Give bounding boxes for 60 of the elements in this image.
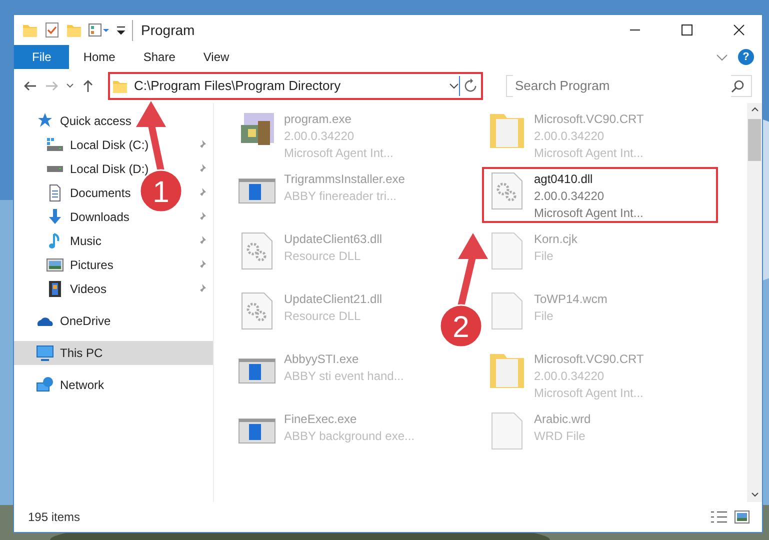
file-detail: File — [534, 308, 554, 325]
large-icons-view-icon[interactable] — [734, 510, 750, 524]
nav-item[interactable]: This PC — [60, 344, 103, 362]
ribbon-tab[interactable]: File — [14, 45, 70, 69]
ribbon-tab[interactable]: Home — [69, 45, 130, 69]
nav-item[interactable]: Local Disk (D:) — [70, 160, 149, 178]
callout-number: 1 — [152, 176, 170, 209]
nav-item[interactable]: Videos — [70, 280, 106, 298]
item-count: 195 items — [28, 509, 80, 526]
star-icon — [36, 112, 54, 130]
details-view-icon[interactable] — [710, 510, 728, 524]
file-detail: 2.00.0.34220 — [534, 128, 606, 145]
nav-item[interactable]: Local Disk (C:) — [70, 136, 149, 154]
nav-item[interactable]: OneDrive — [60, 312, 111, 330]
checklist-icon[interactable] — [44, 22, 60, 38]
properties-icon[interactable] — [88, 22, 110, 38]
picture-icon — [46, 256, 64, 274]
folder-icon — [488, 111, 526, 151]
search-icon — [731, 79, 745, 93]
folder-icon — [488, 351, 526, 391]
window-title: Program — [132, 20, 195, 40]
network-icon — [36, 376, 54, 394]
callout-number: 2 — [452, 311, 470, 344]
file-detail: WRD File — [534, 428, 586, 445]
file-detail: File — [534, 248, 554, 265]
film-icon — [46, 280, 64, 298]
maximize-icon — [681, 24, 693, 36]
nav-item[interactable]: Quick access — [60, 112, 132, 130]
file-detail: 2.00.0.34220 — [284, 128, 356, 145]
nav-item[interactable]: Downloads — [70, 208, 130, 226]
drive-icon — [46, 165, 64, 173]
file-detail: Microsoft Agent Int... — [284, 145, 394, 162]
search-field[interactable]: Search Program — [506, 75, 752, 97]
drive-icon — [46, 136, 64, 154]
file-detail: Resource DLL — [284, 308, 362, 325]
scroll-thumb[interactable] — [748, 119, 761, 161]
nav-item[interactable]: Music — [70, 232, 102, 250]
help-button[interactable]: ? — [738, 49, 754, 65]
nav-item[interactable]: Network — [60, 376, 104, 394]
file-detail: ABBY sti event hand... — [284, 368, 404, 385]
folder-icon — [112, 78, 128, 94]
file-detail: Microsoft Agent Int... — [534, 145, 644, 162]
refresh-icon[interactable] — [459, 76, 479, 96]
address-field[interactable]: C:\Program Files\Program Directory — [134, 76, 443, 96]
file-detail: ABBY background exe... — [284, 428, 415, 445]
file-detail: ABBY finereader tri... — [284, 188, 398, 205]
download-icon — [46, 208, 64, 226]
file-detail: 2.00.0.34220 — [534, 368, 606, 385]
scrollbar[interactable] — [747, 103, 762, 502]
file-detail: Microsoft Agent Int... — [534, 205, 644, 222]
file-name[interactable]: agt0410.dll — [534, 171, 644, 188]
ribbon-tab[interactable]: View — [189, 45, 244, 69]
close-icon — [733, 24, 745, 36]
nav-item[interactable]: Pictures — [70, 256, 114, 274]
nav-item[interactable]: Documents — [70, 184, 131, 202]
file-detail: 2.00.0.34220 — [534, 188, 606, 205]
file-detail: Microsoft Agent Int... — [534, 385, 644, 402]
ribbon-tab[interactable]: Share — [129, 45, 190, 69]
file-detail: Resource DLL — [284, 248, 362, 265]
monitor-icon — [36, 344, 54, 362]
